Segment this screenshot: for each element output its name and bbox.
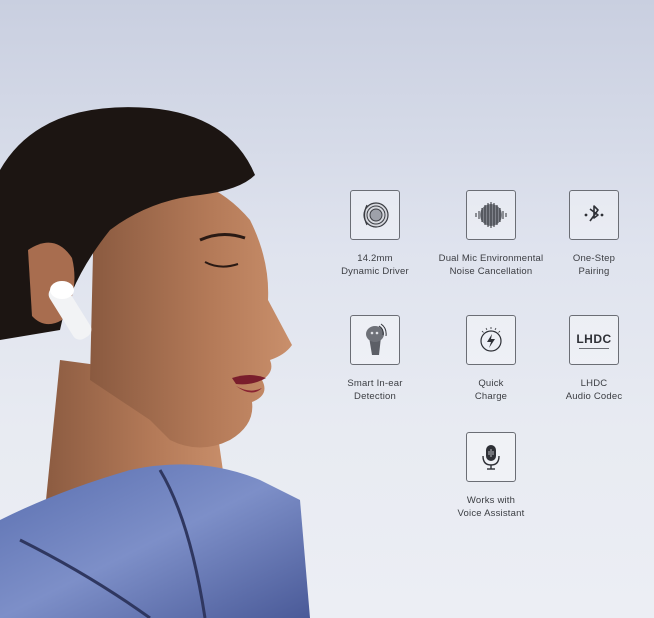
feature-label-line1: One-Step xyxy=(572,253,616,264)
product-photo xyxy=(0,107,310,618)
feature-quick-charge: Quick Charge xyxy=(431,315,551,403)
feature-label-line2: Voice Assistant xyxy=(457,508,525,519)
feature-lhdc-codec: LHDC LHDC Audio Codec xyxy=(534,315,654,403)
feature-label-line1: LHDC xyxy=(580,378,608,389)
feature-label-line1: Smart In-ear xyxy=(347,378,403,389)
feature-label-line2: Dynamic Driver xyxy=(341,266,409,277)
feature-label-line2: Charge xyxy=(474,391,508,402)
feature-label-line2: Pairing xyxy=(578,266,610,277)
earbud-icon xyxy=(350,315,400,365)
feature-noise-cancellation: Dual Mic Environmental Noise Cancellatio… xyxy=(431,190,551,278)
feature-label-line2: Noise Cancellation xyxy=(449,266,533,277)
bluetooth-icon xyxy=(569,190,619,240)
sound-wave-icon xyxy=(466,190,516,240)
feature-label-line1: Quick xyxy=(478,378,504,389)
feature-one-step-pairing: One-Step Pairing xyxy=(534,190,654,278)
lhdc-logo-text: LHDC xyxy=(576,331,612,346)
feature-label-line1: Dual Mic Environmental xyxy=(438,253,544,264)
feature-label-line1: 14.2mm xyxy=(357,253,393,264)
feature-label-line1: Works with xyxy=(466,495,516,506)
lightning-charge-icon xyxy=(466,315,516,365)
speaker-driver-icon xyxy=(350,190,400,240)
feature-label-line2: Detection xyxy=(354,391,396,402)
feature-dynamic-driver: 14.2mm Dynamic Driver xyxy=(315,190,435,278)
microphone-icon xyxy=(466,432,516,482)
feature-label-line2: Audio Codec xyxy=(565,391,623,402)
feature-in-ear-detection: Smart In-ear Detection xyxy=(315,315,435,403)
feature-voice-assistant: Works with Voice Assistant xyxy=(431,432,551,520)
lhdc-logo-icon: LHDC xyxy=(569,315,619,365)
